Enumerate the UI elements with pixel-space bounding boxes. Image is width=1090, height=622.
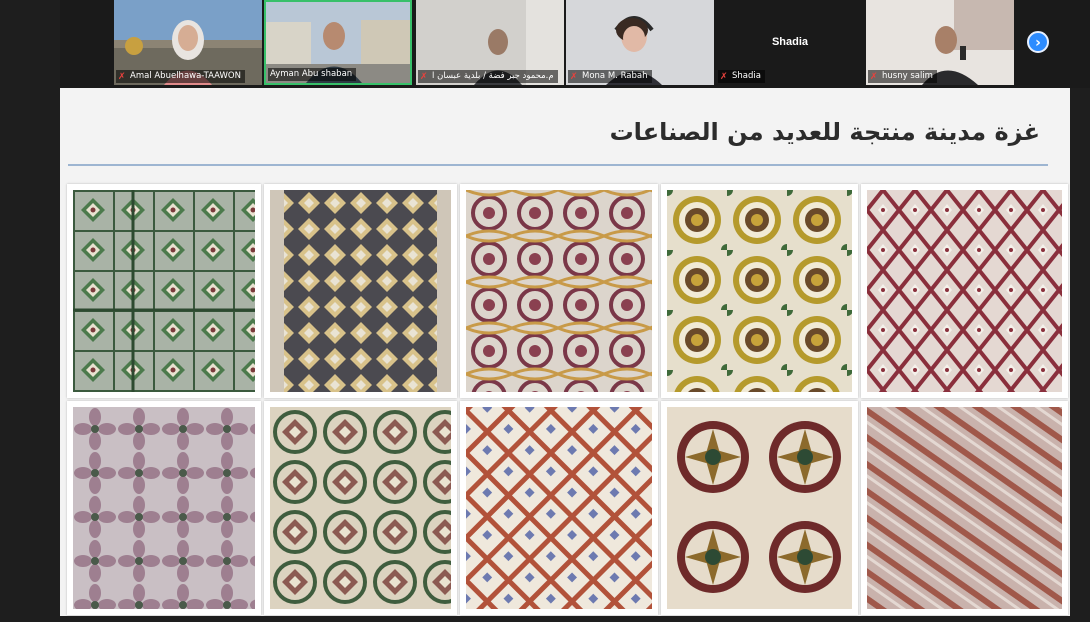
participant-name-tag: ✗ Shadia <box>718 70 765 83</box>
mic-muted-icon: ✗ <box>118 71 126 82</box>
mic-muted-icon: ✗ <box>720 71 728 82</box>
tile-photo-2 <box>264 184 457 398</box>
mic-muted-icon: ✗ <box>870 71 878 82</box>
chevron-right-icon: › <box>1035 35 1041 51</box>
participant-name: husny salim <box>882 71 933 81</box>
next-page-button[interactable]: › <box>1027 31 1049 53</box>
participant-name-tag: ✗ husny salim <box>868 70 937 83</box>
participant-tile-4[interactable]: ✗ Mona M. Rabah <box>566 0 714 85</box>
participant-name-tag: ✗ م.محمود جبر فضة / بلدية عبسان ا <box>418 70 558 83</box>
participant-name-tag: Ayman Abu shaban <box>268 68 357 81</box>
participant-tile-6[interactable]: ✗ husny salim <box>866 0 1014 85</box>
participant-name: Mona M. Rabah <box>582 71 648 81</box>
tile-photo-7 <box>264 401 457 615</box>
participant-strip: ✗ Amal Abuelhawa-TAAWON Ayman Abu shaban… <box>0 0 1090 88</box>
participant-tile-2[interactable]: Ayman Abu shaban <box>264 0 412 85</box>
participant-name-tag: ✗ Mona M. Rabah <box>568 70 652 83</box>
participant-tile-5[interactable]: Shadia ✗ Shadia <box>716 0 864 85</box>
bottom-margin <box>0 616 1090 622</box>
tile-photo-6 <box>67 401 261 615</box>
participant-display-name: Shadia <box>771 36 809 48</box>
tile-photo-8 <box>460 401 658 615</box>
participant-name: Ayman Abu shaban <box>270 69 353 79</box>
mic-muted-icon: ✗ <box>570 71 578 82</box>
title-divider <box>68 164 1048 166</box>
participant-name: م.محمود جبر فضة / بلدية عبسان ا <box>432 71 554 81</box>
participant-name: Amal Abuelhawa-TAAWON <box>130 71 241 81</box>
tile-photo-10 <box>861 401 1068 615</box>
tile-photo-3 <box>460 184 658 398</box>
tile-photo-9 <box>661 401 858 615</box>
participant-tile-1[interactable]: ✗ Amal Abuelhawa-TAAWON <box>114 0 262 85</box>
tile-photo-5 <box>861 184 1068 398</box>
shared-screen-slide: غزة مدينة منتجة للعديد من الصناعات <box>60 88 1070 616</box>
participant-name: Shadia <box>732 71 761 81</box>
slide-title: غزة مدينة منتجة للعديد من الصناعات <box>609 118 1040 146</box>
left-margin <box>0 0 60 622</box>
mic-muted-icon: ✗ <box>420 71 428 82</box>
participant-name-tag: ✗ Amal Abuelhawa-TAAWON <box>116 70 245 83</box>
participant-tile-3[interactable]: ✗ م.محمود جبر فضة / بلدية عبسان ا <box>416 0 564 85</box>
tile-photo-4 <box>661 184 858 398</box>
tile-photo-1 <box>67 184 261 398</box>
